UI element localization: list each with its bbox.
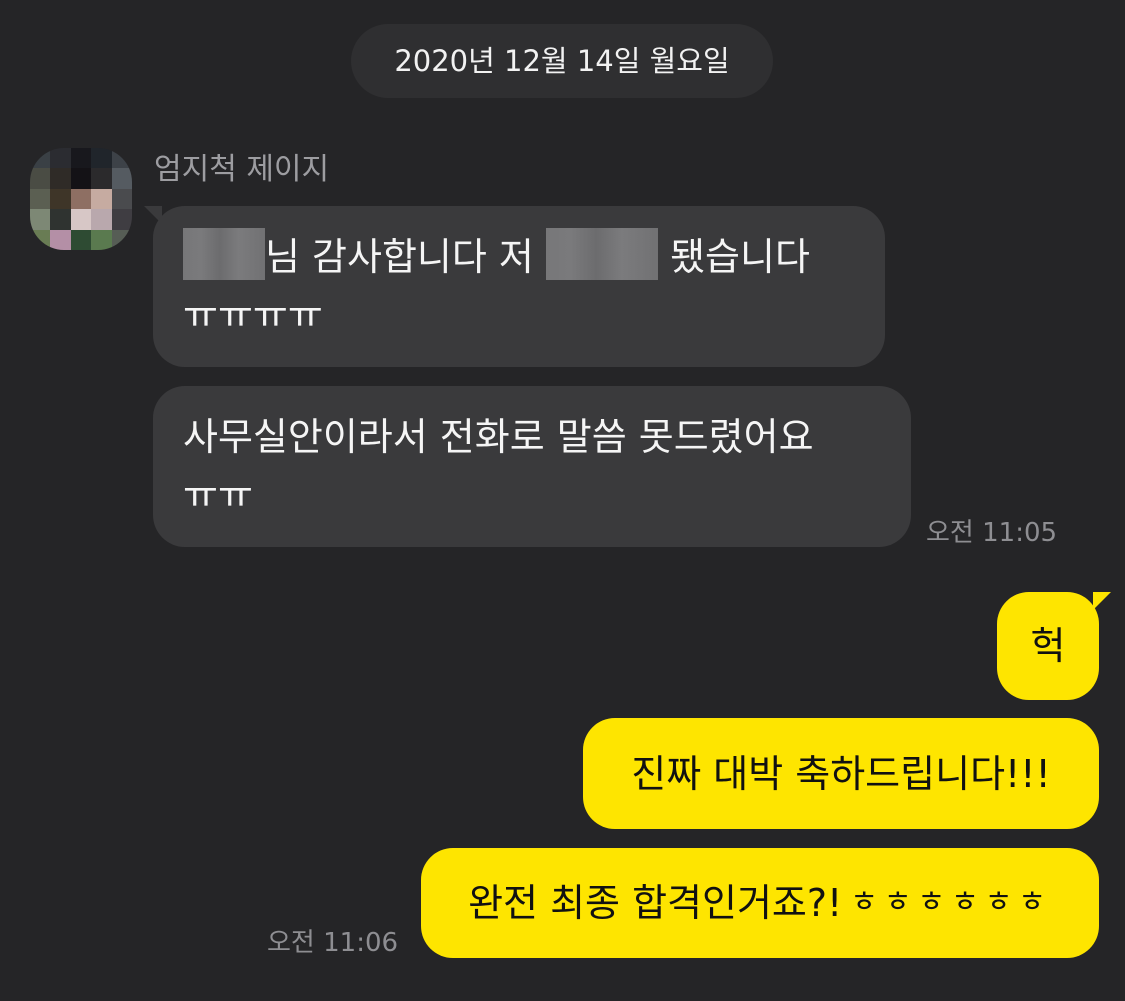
outgoing-message-1-text: 헉 [1030,624,1066,668]
sender-avatar[interactable] [30,148,132,250]
incoming-message-1-line-2: ㅠㅠㅠㅠ [183,293,323,337]
outgoing-message-3-text: 완전 최종 합격인거죠?! [468,881,843,925]
incoming-message-2-line-1: 사무실안이라서 전화로 말씀 못드렸어요 [183,415,814,459]
incoming-timestamp: 오전 11:05 [926,518,1058,548]
incoming-message-2[interactable]: 사무실안이라서 전화로 말씀 못드렸어요 ㅠㅠ [153,386,911,547]
incoming-message-1[interactable]: 님 감사합니다 저 됐습니다 ㅠㅠㅠㅠ [153,206,885,367]
redacted-block [183,228,265,280]
date-divider: 2020년 12월 14일 월요일 [351,24,773,98]
outgoing-message-1[interactable]: 헉 [997,592,1099,700]
redacted-block [545,228,658,280]
incoming-message-1-line-1: 님 감사합니다 저 됐습니다 [183,228,855,286]
outgoing-message-2[interactable]: 진짜 대박 축하드립니다!!! [583,718,1099,829]
outgoing-timestamp: 오전 11:06 [267,928,399,958]
outgoing-message-3-suffix: ㅎㅎㅎㅎㅎㅎ [850,885,1052,920]
incoming-message-1-text-end: 됐습니다 [670,235,810,279]
outgoing-message-2-text: 진짜 대박 축하드립니다!!! [631,751,1051,796]
incoming-message-1-text: 님 감사합니다 저 [265,235,534,279]
sender-name: 엄지척 제이지 [154,152,330,187]
incoming-message-2-line-2: ㅠㅠ [183,473,253,517]
outgoing-bubble-tail [1093,592,1111,610]
outgoing-message-3[interactable]: 완전 최종 합격인거죠?! ㅎㅎㅎㅎㅎㅎ [421,848,1099,958]
